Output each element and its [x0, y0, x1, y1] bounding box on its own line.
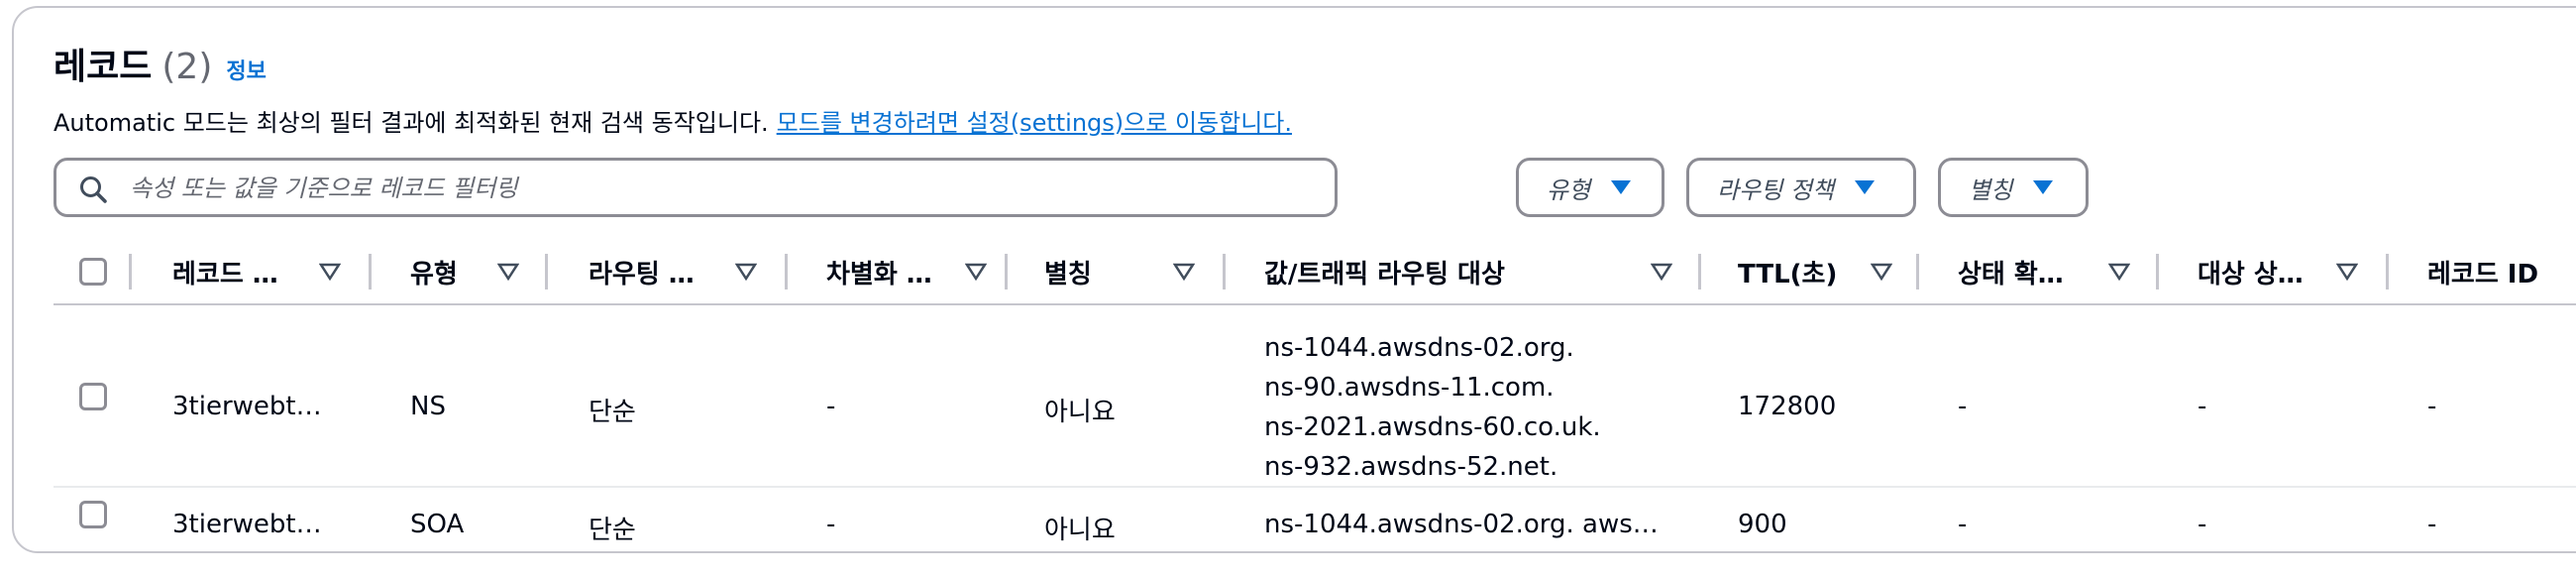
ttl-cell: 172800: [1738, 392, 1837, 421]
column-divider[interactable]: [1223, 254, 1226, 290]
column-divider[interactable]: [785, 254, 788, 290]
target-health-cell: -: [2198, 392, 2207, 421]
search-box[interactable]: [54, 158, 1338, 217]
records-header: 레코드 (2) 정보: [54, 38, 267, 89]
alias-filter-dropdown[interactable]: 별칭: [1938, 158, 2089, 217]
column-header-target-health[interactable]: 대상 상…: [2198, 240, 2304, 303]
value-cell-line: ns-2021.awsdns-60.co.uk.: [1264, 412, 1601, 442]
sort-icon[interactable]: [319, 262, 341, 282]
differentiator-cell: -: [826, 392, 836, 421]
sort-icon[interactable]: [2336, 262, 2358, 282]
record-count: (2): [161, 47, 213, 87]
record-id-cell: -: [2427, 510, 2437, 539]
column-divider[interactable]: [545, 254, 548, 290]
sort-icon[interactable]: [2108, 262, 2130, 282]
value-cell-line: ns-1044.awsdns-02.org.: [1264, 333, 1574, 363]
column-header-record-id[interactable]: 레코드 ID: [2427, 240, 2538, 303]
sort-icon[interactable]: [1651, 262, 1672, 282]
search-icon: [80, 176, 107, 203]
sort-icon[interactable]: [1173, 262, 1195, 282]
alias-filter-label: 별칭: [1969, 175, 2013, 204]
row-divider: [54, 486, 2576, 488]
column-header-health-check[interactable]: 상태 확…: [1958, 240, 2064, 303]
table-header: 레코드 … 유형 라우팅 … 차별화 … 별칭 값/트래픽 라우팅 대상 TTL…: [54, 240, 2576, 305]
type-filter-label: 유형: [1547, 175, 1591, 204]
column-divider[interactable]: [2386, 254, 2389, 290]
caret-down-icon: [2033, 180, 2054, 194]
column-divider: [129, 254, 132, 290]
type-filter-dropdown[interactable]: 유형: [1516, 158, 1664, 217]
value-cell-line: ns-932.awsdns-52.net.: [1264, 452, 1558, 482]
ttl-cell: 900: [1738, 510, 1787, 539]
column-divider[interactable]: [369, 254, 372, 290]
health-check-cell: -: [1958, 392, 1968, 421]
health-check-cell: -: [1958, 510, 1968, 539]
column-divider[interactable]: [1698, 254, 1701, 290]
sort-icon[interactable]: [965, 262, 987, 282]
column-header-routing-policy[interactable]: 라우팅 …: [589, 240, 695, 303]
column-divider[interactable]: [2156, 254, 2159, 290]
type-cell: SOA: [410, 510, 465, 539]
description: Automatic 모드는 최상의 필터 결과에 최적화된 현재 검색 동작입니…: [54, 103, 1292, 138]
column-header-ttl[interactable]: TTL(초): [1738, 240, 1837, 303]
value-cell-line: ns-1044.awsdns-02.org. aws…: [1264, 510, 1659, 539]
column-divider[interactable]: [1916, 254, 1919, 290]
row-checkbox[interactable]: [79, 501, 107, 528]
settings-link[interactable]: 모드를 변경하려면 설정(settings)으로 이동합니다.: [777, 109, 1292, 137]
column-header-value[interactable]: 값/트래픽 라우팅 대상: [1264, 240, 1505, 303]
routing-cell: 단순: [589, 398, 636, 427]
column-header-record-name[interactable]: 레코드 …: [172, 240, 278, 303]
sort-icon[interactable]: [1871, 262, 1892, 282]
caret-down-icon: [1611, 180, 1632, 194]
record-name-cell[interactable]: 3tierwebt…: [172, 392, 322, 421]
differentiator-cell: -: [826, 510, 836, 539]
routing-policy-filter-dropdown[interactable]: 라우팅 정책: [1686, 158, 1916, 217]
routing-policy-filter-label: 라우팅 정책: [1717, 175, 1835, 204]
type-cell: NS: [410, 392, 446, 421]
row-checkbox[interactable]: [79, 383, 107, 410]
search-input[interactable]: [128, 169, 1301, 208]
column-divider[interactable]: [1005, 254, 1008, 290]
description-text: Automatic 모드는 최상의 필터 결과에 최적화된 현재 검색 동작입니…: [54, 109, 769, 137]
sort-icon[interactable]: [497, 262, 519, 282]
column-header-differentiator[interactable]: 차별화 …: [826, 240, 932, 303]
record-id-cell: -: [2427, 392, 2437, 421]
column-header-alias[interactable]: 별칭: [1044, 240, 1092, 303]
column-header-type[interactable]: 유형: [410, 240, 458, 303]
sort-icon[interactable]: [735, 262, 757, 282]
info-link[interactable]: 정보: [226, 54, 266, 85]
page-title: 레코드: [54, 47, 153, 87]
record-name-cell[interactable]: 3tierwebt…: [172, 510, 322, 539]
value-cell-line: ns-90.awsdns-11.com.: [1264, 373, 1555, 403]
alias-cell: 아니요: [1044, 398, 1116, 427]
routing-cell: 단순: [589, 516, 636, 545]
caret-down-icon: [1855, 180, 1876, 194]
select-all-checkbox[interactable]: [79, 258, 107, 286]
alias-cell: 아니요: [1044, 516, 1116, 545]
target-health-cell: -: [2198, 510, 2207, 539]
